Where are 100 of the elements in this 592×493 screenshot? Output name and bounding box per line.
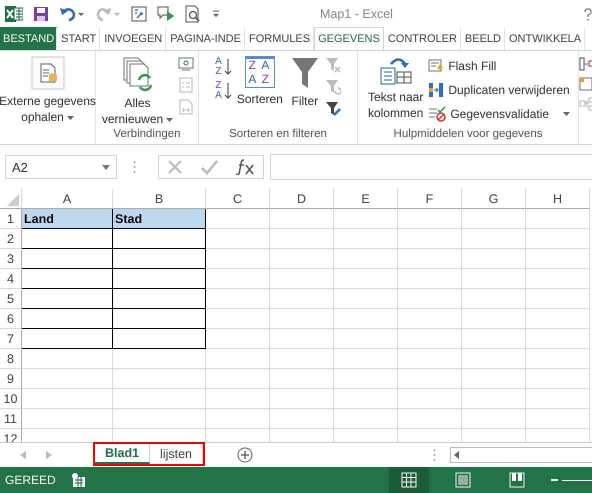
normal-view-button[interactable] [389,467,429,493]
print-preview-icon[interactable] [185,4,201,23]
table-cell [206,289,270,309]
horizontal-scrollbar[interactable] [450,447,592,463]
row-header[interactable]: 2 [0,229,22,249]
help-icon[interactable] [584,8,592,22]
column-header[interactable]: F [398,189,462,209]
table-cell [462,309,526,329]
table-cell [462,209,526,229]
customize-caret-icon[interactable] [211,8,221,19]
table-cell [526,409,590,429]
table-cell [270,209,334,229]
row-header[interactable]: 8 [0,349,22,369]
row-header[interactable]: 11 [0,409,22,429]
row-header[interactable]: 10 [0,389,22,409]
page-icon [455,472,471,488]
document-database-icon [30,56,64,90]
flash-fill-button[interactable]: Flash Fill [428,54,570,77]
table-cell [270,309,334,329]
table-cell [398,269,462,289]
function-icon[interactable] [234,159,255,175]
table-cell [334,329,398,349]
remove-duplicates-button[interactable]: Duplicaten verwijderen [428,78,570,101]
table-cell [398,309,462,329]
table-cell [398,209,462,229]
table-cell [462,389,526,409]
refresh-documents-icon [120,56,154,92]
row-header[interactable]: 1 [0,209,22,229]
text-to-columns-button[interactable]: Tekst naar kolommen [366,54,426,122]
table-cell [462,289,526,309]
page-break-icon [509,472,525,488]
add-sheet-icon[interactable] [237,447,254,463]
table-cell [270,269,334,289]
filter-button[interactable]: Filter [288,54,322,110]
table-cell [334,409,398,429]
column-header[interactable]: E [334,189,398,209]
table-cell [526,269,590,289]
table-cell [462,409,526,429]
table-cell [462,329,526,349]
column-header[interactable]: G [462,189,526,209]
spreadsheet-logo-icon[interactable] [5,4,23,23]
connections-icon[interactable] [178,56,194,71]
text-columns-icon [378,56,413,86]
table-cell [526,229,590,249]
caret-icon [166,118,174,122]
table-cell [526,309,590,329]
advanced-filter-icon[interactable] [324,100,341,117]
column-header[interactable]: H [526,189,590,209]
table-icon[interactable] [579,76,592,91]
table-cell: Land [22,209,113,229]
table-cell [462,269,526,289]
row-header[interactable]: 4 [0,269,22,289]
table-cell [526,369,590,389]
name-box[interactable]: A2 [5,155,117,179]
formula-input[interactable] [270,154,592,180]
caret-icon [66,116,74,120]
table-cell [270,409,334,429]
sort-descending-button[interactable]: Z A [215,80,232,101]
table-cell [206,349,270,369]
table-cell [398,389,462,409]
save-icon[interactable] [33,6,49,22]
table-cell [270,249,334,269]
table-cell [398,249,462,269]
column-header[interactable]: C [206,189,270,209]
table-cell [334,349,398,369]
column-header[interactable]: B [113,189,206,209]
table-cell [334,369,398,389]
table-cell [462,349,526,369]
table-cell [398,369,462,389]
check-icon[interactable] [200,159,218,175]
column-header[interactable]: A [22,189,113,209]
sheet-tab[interactable]: Blad1 [95,444,150,464]
sort-ascending-button[interactable]: A Z [215,56,232,77]
comment-play-icon[interactable] [157,6,175,22]
table-cell [334,269,398,289]
ribbon-tab[interactable]: GEGEVENS [314,27,384,50]
table-cell [270,369,334,389]
remove-duplicates-icon [428,82,444,98]
row-header[interactable]: 6 [0,309,22,329]
external-data-button[interactable]: Externe gegevens ophalen [0,54,98,126]
table-cell [526,389,590,409]
refresh-all-button[interactable]: Alles vernieuwen [100,54,176,128]
row-header[interactable]: 7 [0,329,22,349]
column-header[interactable]: D [270,189,334,209]
sort-button[interactable]: Z A A Z Sorteren [234,54,285,108]
macro-record-icon[interactable] [70,472,86,488]
table-cell [526,249,590,269]
data-validation-button[interactable]: Gegevensvalidatie [428,102,570,125]
undo-icon[interactable] [59,6,85,22]
table-cell [462,369,526,389]
down-arrow-icon [224,58,232,76]
row-header[interactable]: 3 [0,249,22,269]
grip-icon [433,448,436,462]
row-header[interactable]: 5 [0,289,22,309]
ribbon-tab[interactable]: BESTAND [0,27,58,50]
table-cell [462,249,526,269]
row-header[interactable]: 9 [0,369,22,389]
table-cell [398,409,462,429]
table-cell [270,289,334,309]
sort-dialog-icon: Z A A Z [244,56,275,88]
